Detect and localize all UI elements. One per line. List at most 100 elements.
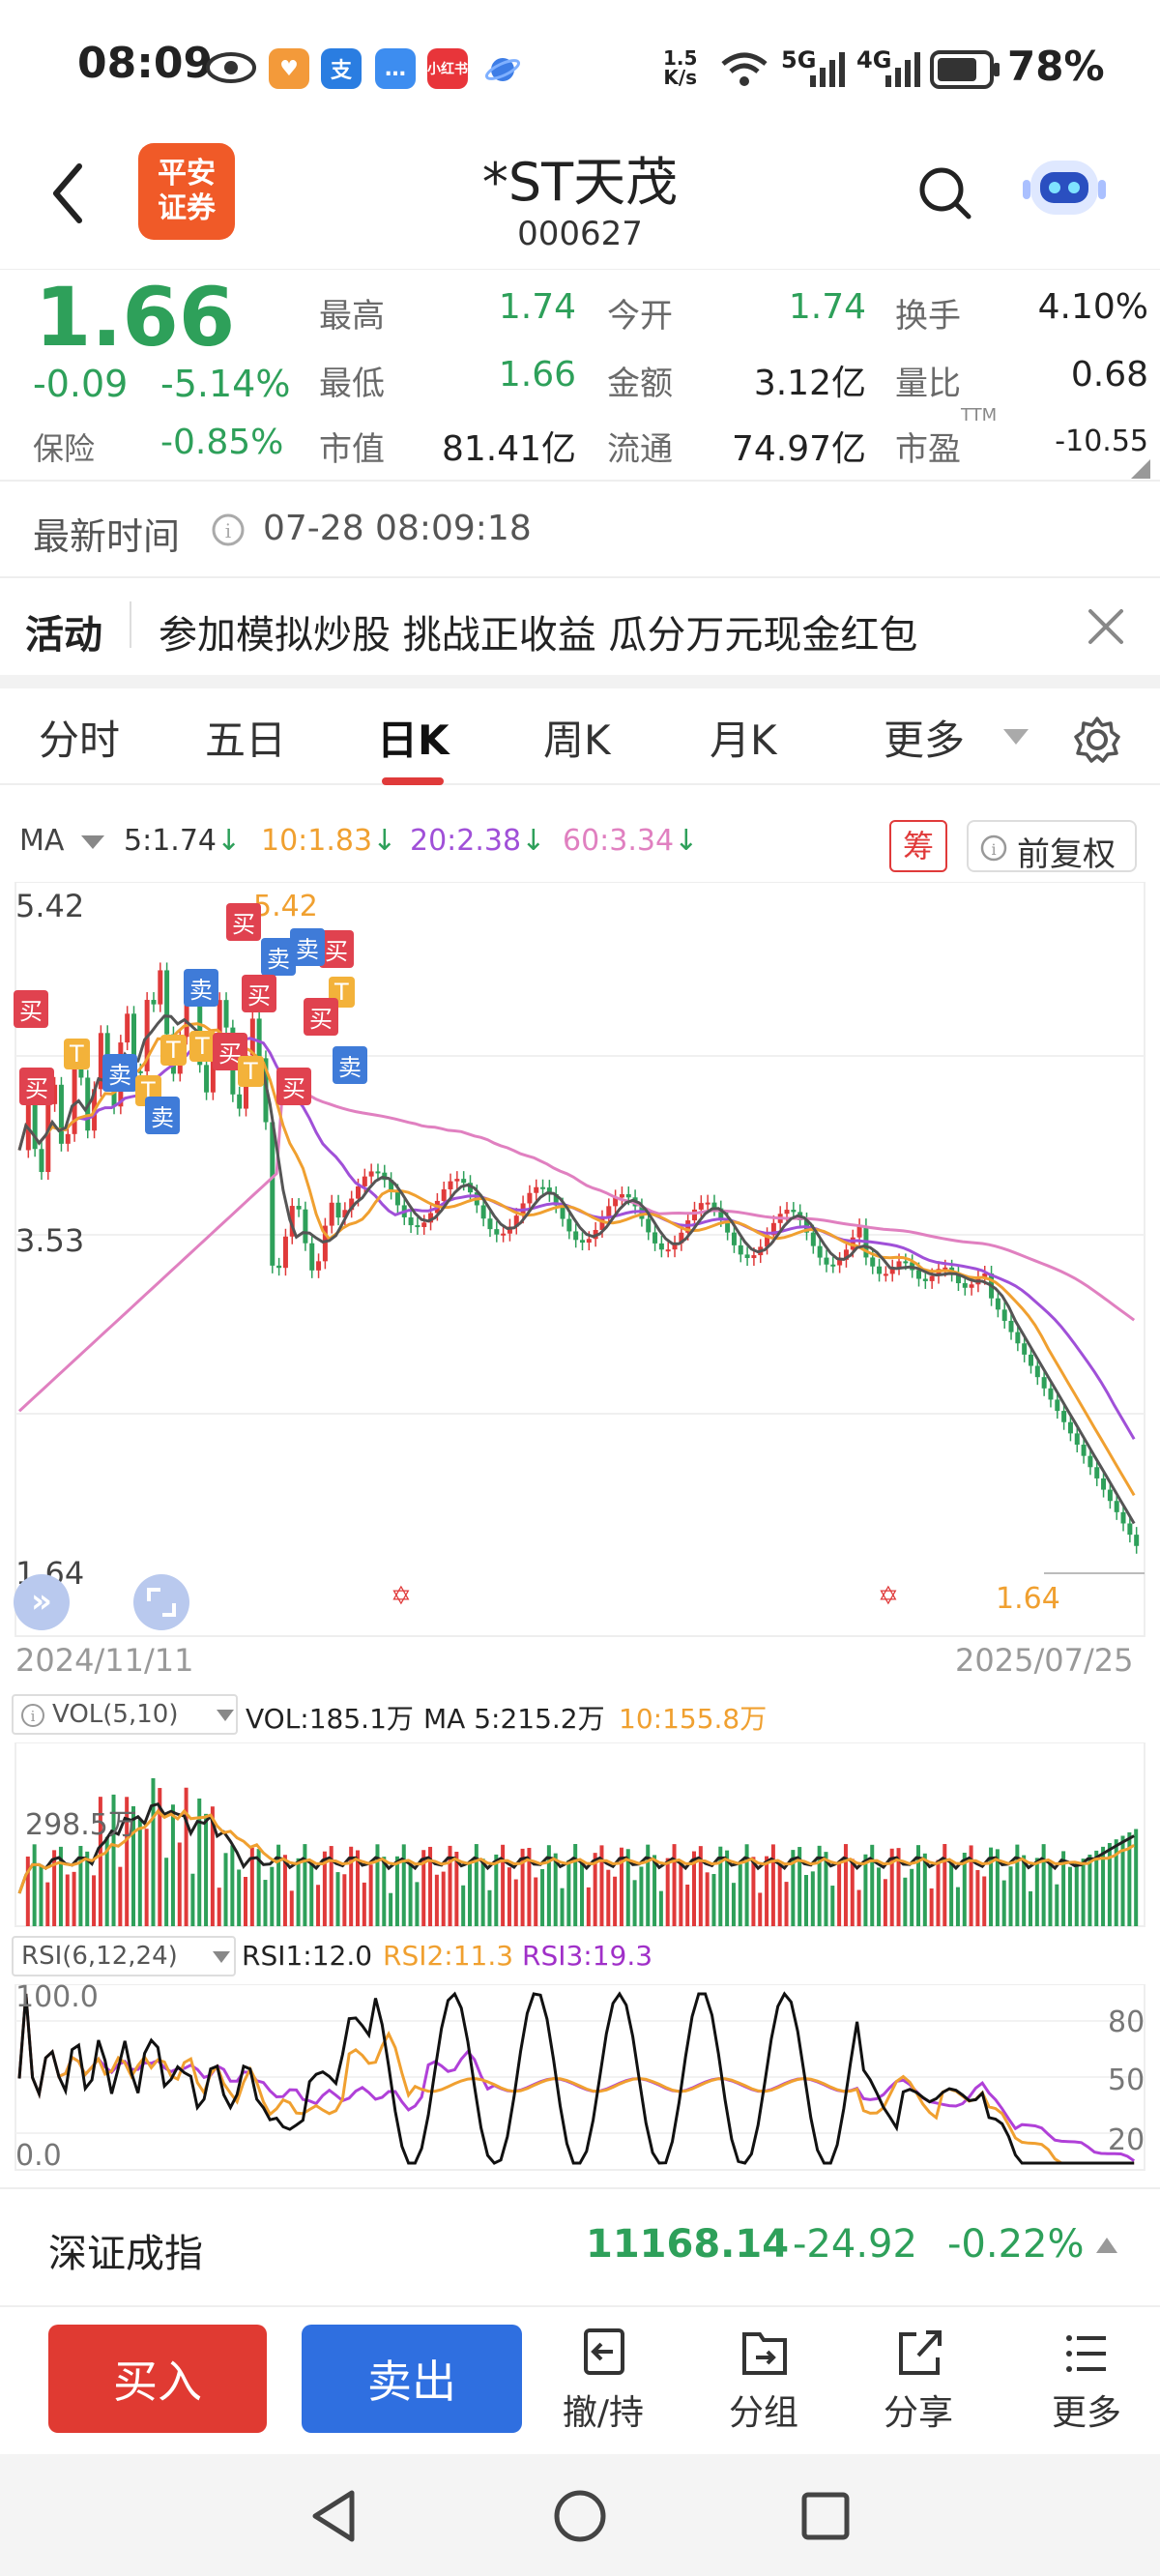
- activity-banner[interactable]: 活动 参加模拟炒股 挑战正收益 瓜分万元现金红包: [0, 576, 1160, 675]
- back-nav-icon[interactable]: [307, 2487, 362, 2545]
- candle-body: [738, 1244, 743, 1255]
- volume-bar: [164, 1858, 169, 1926]
- event-marker-icon[interactable]: ✡: [878, 1582, 899, 1611]
- candle-body: [223, 1000, 229, 1028]
- caret-down-icon[interactable]: [1003, 729, 1029, 746]
- sell-tag: 卖: [184, 969, 218, 1007]
- tab-more[interactable]: 更多: [884, 708, 965, 767]
- volume-bar: [665, 1858, 670, 1926]
- open-value: 1.74: [788, 287, 866, 327]
- volume-bar: [204, 1813, 209, 1926]
- tab-five-day[interactable]: 五日: [205, 708, 286, 767]
- ma-selector[interactable]: MA: [19, 824, 64, 858]
- price-axis-high: 5.42: [15, 888, 85, 924]
- tab-intraday[interactable]: 分时: [39, 708, 120, 767]
- candle-body: [665, 1249, 671, 1252]
- buy-tag: 买: [276, 1068, 311, 1105]
- index-ticker[interactable]: 深证成指 11168.14 -24.92 -0.22%: [0, 2187, 1160, 2305]
- share-button[interactable]: 分享: [860, 2325, 976, 2435]
- fullscreen-icon[interactable]: [133, 1574, 189, 1630]
- cancel-hold-button[interactable]: 撤/持: [545, 2325, 661, 2435]
- candle-body: [1107, 1489, 1113, 1502]
- candle-body: [731, 1232, 737, 1245]
- candle-body: [791, 1210, 797, 1213]
- group-button[interactable]: 分组: [706, 2325, 822, 2435]
- buy-tag: 买: [226, 903, 261, 941]
- candle-body: [1127, 1523, 1133, 1536]
- candle-body: [922, 1278, 928, 1281]
- volume-bar: [507, 1867, 511, 1926]
- event-marker-icon[interactable]: ✡: [391, 1582, 412, 1611]
- candle-body: [151, 1000, 157, 1005]
- volume-bar: [39, 1864, 44, 1926]
- candle-body: [362, 1176, 367, 1186]
- more-button[interactable]: 更多: [1029, 2325, 1145, 2435]
- candle-body: [1008, 1320, 1014, 1332]
- volume-bar: [362, 1882, 366, 1926]
- volume-bar: [870, 1844, 875, 1926]
- tab-monthly-k[interactable]: 月K: [710, 708, 777, 767]
- stock-header: 平安 证券 *ST天茂 000627: [0, 135, 1160, 266]
- info-icon[interactable]: i: [211, 512, 246, 547]
- candle-body: [454, 1179, 460, 1182]
- heart-app-icon: ♥: [269, 48, 309, 89]
- chip-distribution-button[interactable]: 筹: [889, 820, 947, 872]
- home-nav-icon[interactable]: [551, 2487, 609, 2545]
- volume-bar: [566, 1859, 571, 1926]
- volume-bar: [32, 1844, 37, 1926]
- candle-body: [256, 1018, 262, 1059]
- kline-chart[interactable]: MA 5:1.74↓ 10:1.83↓ 20:2.38↓ 60:3.34↓ 筹 …: [0, 785, 1160, 2187]
- eye-icon: [206, 52, 256, 83]
- caret-up-icon[interactable]: [1096, 2238, 1117, 2253]
- volume-plot[interactable]: [0, 1742, 1160, 1936]
- search-icon[interactable]: [916, 164, 974, 222]
- info-icon: i: [21, 1704, 44, 1727]
- expand-left-icon[interactable]: »: [14, 1574, 70, 1630]
- volume-bar: [401, 1844, 406, 1926]
- svg-text:i: i: [991, 840, 996, 859]
- close-icon[interactable]: [1087, 607, 1125, 646]
- sell-button[interactable]: 卖出: [302, 2325, 522, 2433]
- candlestick-plot[interactable]: [0, 882, 1160, 1655]
- candle-body: [870, 1257, 876, 1267]
- svg-text:i: i: [225, 519, 231, 542]
- activity-text[interactable]: 参加模拟炒股 挑战正收益 瓜分万元现金红包: [159, 603, 917, 659]
- volume-bar: [936, 1859, 941, 1926]
- volume-bar: [1094, 1850, 1099, 1926]
- volume-bar: [441, 1871, 446, 1926]
- index-change: -24.92: [793, 2222, 917, 2267]
- tab-daily-k[interactable]: 日K: [377, 708, 450, 767]
- buy-button[interactable]: 买入: [48, 2325, 267, 2433]
- ma-caret-icon[interactable]: [81, 835, 104, 851]
- t-tag: T: [238, 1056, 264, 1087]
- robot-icon[interactable]: [1023, 155, 1106, 226]
- gear-icon[interactable]: [1073, 716, 1121, 764]
- candle-body: [619, 1194, 624, 1198]
- volume-bar: [303, 1844, 307, 1926]
- recents-nav-icon[interactable]: [798, 2487, 853, 2545]
- volratio-label: 量比: [895, 365, 961, 403]
- volume-bar: [389, 1892, 393, 1926]
- vol-selector[interactable]: i VOL(5,10): [12, 1694, 238, 1735]
- section-gap: [0, 675, 1160, 688]
- system-nav-bar: [0, 2454, 1160, 2576]
- adjust-button[interactable]: i 前复权: [967, 820, 1137, 874]
- info-icon: i: [980, 834, 1007, 862]
- candle-body: [1067, 1421, 1073, 1434]
- candle-body: [1081, 1445, 1087, 1456]
- pe-value: -10.55: [1055, 424, 1148, 458]
- volume-bar: [92, 1875, 97, 1926]
- volume-bar: [685, 1884, 690, 1926]
- activity-label: 活动: [25, 613, 102, 658]
- rsi-plot[interactable]: [0, 1984, 1160, 2178]
- volume-bar: [461, 1885, 466, 1926]
- sector-change-pct[interactable]: -0.85%: [160, 423, 283, 462]
- candle-body: [65, 1133, 71, 1144]
- low-price-mark: 1.64: [996, 1582, 1060, 1616]
- volume-bar: [282, 1855, 287, 1926]
- rsi-selector[interactable]: RSI(6,12,24): [12, 1936, 236, 1976]
- candle-body: [929, 1275, 935, 1281]
- expand-corner-icon[interactable]: [1131, 459, 1150, 479]
- tab-weekly-k[interactable]: 周K: [543, 708, 611, 767]
- sector-label[interactable]: 保险: [33, 424, 95, 469]
